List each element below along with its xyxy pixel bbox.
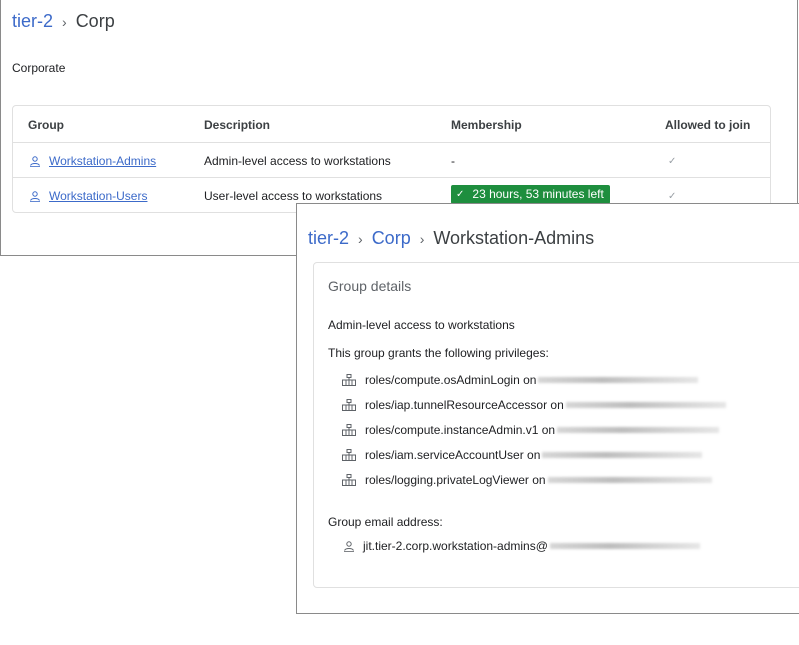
card-title: Group details xyxy=(328,278,412,294)
table-header-row: Group Description Membership Allowed to … xyxy=(13,106,770,142)
header-group: Group xyxy=(28,118,64,132)
breadcrumb-tier-2-link[interactable]: tier-2 xyxy=(12,11,53,32)
check-icon: ✓ xyxy=(456,188,465,200)
redacted-resource xyxy=(547,476,712,483)
header-description: Description xyxy=(204,118,271,132)
group-cell: Workstation-Admins xyxy=(28,143,156,179)
check-icon: ✓ xyxy=(668,155,677,167)
privilege-icon xyxy=(342,398,356,411)
privilege-text: roles/compute.instanceAdmin.v1 on xyxy=(365,422,556,437)
privileges-label: This group grants the following privileg… xyxy=(328,346,549,360)
breadcrumb: tier-2 › Corp xyxy=(12,11,115,32)
privilege-icon xyxy=(342,373,356,386)
chevron-right-icon: › xyxy=(62,13,67,30)
group-icon xyxy=(344,541,354,552)
redacted-domain xyxy=(549,543,700,549)
group-icon xyxy=(30,191,40,202)
group-email: jit.tier-2.corp.workstation-admins@ xyxy=(342,539,700,553)
chevron-right-icon: › xyxy=(419,230,425,247)
privilege-icon xyxy=(342,423,356,436)
list-item: roles/compute.instanceAdmin.v1 on xyxy=(342,417,726,442)
breadcrumb-current: Workstation-Admins xyxy=(433,228,595,248)
privilege-text: roles/iap.tunnelResourceAccessor on xyxy=(365,397,564,412)
redacted-resource xyxy=(538,376,699,383)
chevron-right-icon: › xyxy=(358,230,363,247)
email-label: Group email address: xyxy=(328,515,443,529)
page-subtitle: Corporate xyxy=(12,61,66,75)
allowed-cell: ✓ xyxy=(665,143,676,179)
privileges-list: roles/compute.osAdminLogin on roles/iap.… xyxy=(342,367,726,492)
group-icon xyxy=(30,156,40,167)
group-link-workstation-users[interactable]: Workstation-Users xyxy=(49,189,147,203)
privilege-icon xyxy=(342,448,356,461)
group-description: Admin-level access to workstations xyxy=(328,318,515,332)
membership-status-badge: ✓ 23 hours, 53 minutes left xyxy=(451,184,610,204)
group-details-window: tier-2 › Corp › Workstation-Admins Group… xyxy=(296,203,799,614)
group-cell: Workstation-Users xyxy=(28,178,147,214)
header-membership: Membership xyxy=(451,118,522,132)
privilege-text: roles/iam.serviceAccountUser on xyxy=(365,447,541,462)
groups-table: Group Description Membership Allowed to … xyxy=(12,105,771,213)
membership-cell: - xyxy=(451,154,455,168)
redacted-resource xyxy=(565,401,726,408)
breadcrumb-corp-link[interactable]: Corp xyxy=(372,228,411,249)
list-item: roles/logging.privateLogViewer on xyxy=(342,467,726,492)
table-row: Workstation-Admins Admin-level access to… xyxy=(13,142,770,179)
list-item: roles/compute.osAdminLogin on xyxy=(342,367,726,392)
privilege-text: roles/compute.osAdminLogin on xyxy=(365,372,537,387)
header-allowed-to-join: Allowed to join xyxy=(665,118,751,132)
list-item: roles/iap.tunnelResourceAccessor on xyxy=(342,392,726,417)
privilege-icon xyxy=(342,473,356,486)
group-details-card: Group details Admin-level access to work… xyxy=(313,262,799,588)
privilege-text: roles/logging.privateLogViewer on xyxy=(365,472,546,487)
group-link-workstation-admins[interactable]: Workstation-Admins xyxy=(49,154,156,168)
membership-time-left: 23 hours, 53 minutes left xyxy=(472,187,604,201)
description-cell: Admin-level access to workstations xyxy=(204,154,391,168)
breadcrumb-tier-2-link[interactable]: tier-2 xyxy=(308,228,349,249)
breadcrumb-current: Corp xyxy=(75,11,115,31)
redacted-resource xyxy=(542,451,703,458)
breadcrumb: tier-2 › Corp › Workstation-Admins xyxy=(308,228,594,249)
check-icon: ✓ xyxy=(668,190,677,202)
list-item: roles/iam.serviceAccountUser on xyxy=(342,442,726,467)
redacted-resource xyxy=(557,426,720,433)
email-address: jit.tier-2.corp.workstation-admins@ xyxy=(363,539,548,553)
